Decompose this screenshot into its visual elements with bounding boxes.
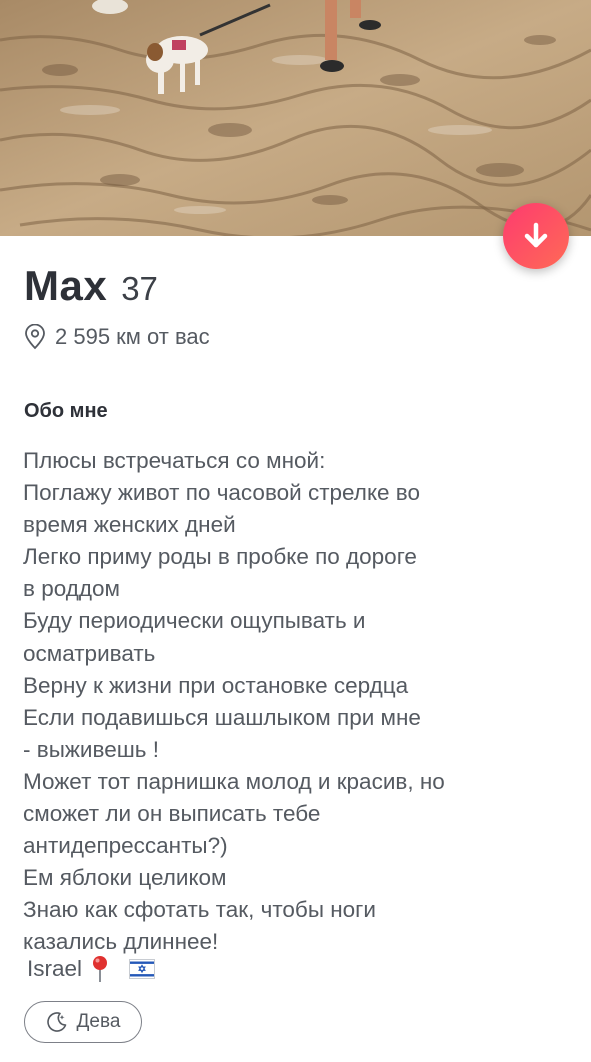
bio-line: - выживешь ! — [23, 736, 159, 762]
distance-text: 2 595 км от вас — [55, 324, 210, 349]
bio-line: осматривать — [23, 640, 156, 666]
profile-name: Max — [24, 262, 108, 309]
profile-photo[interactable] — [0, 0, 591, 236]
bio-line: Ем яблоки целиком — [23, 865, 227, 891]
israel-flag-icon — [129, 959, 156, 979]
crescent-moon-icon — [46, 1011, 68, 1033]
collapse-profile-button[interactable] — [503, 203, 569, 269]
name-age-row: Max 37 — [24, 262, 158, 314]
bio-line: время женских дней — [23, 512, 236, 538]
arrow-down-icon — [524, 222, 548, 248]
bio-line: Буду периодически ощупывать и — [23, 608, 366, 634]
profile-age: 37 — [121, 270, 158, 307]
bio-line: Верну к жизни при остановке сердца — [23, 672, 409, 698]
zodiac-label: Дева — [76, 1011, 121, 1032]
bio-line: Если подавишься шашлыком при мне — [23, 704, 421, 730]
bio-line: Легко приму роды в пробке по дороге — [23, 544, 417, 570]
bio-line: Может тот парнишка молод и красив, но — [23, 768, 445, 794]
distance-row: 2 595 км от вас — [24, 324, 210, 350]
zodiac-chip[interactable]: Дева — [24, 1001, 142, 1043]
about-section-title: Обо мне — [24, 400, 108, 422]
bio-line: Плюсы встречаться со мной: — [23, 448, 326, 473]
bio-line: сможет ли он выписать тебе — [23, 801, 321, 827]
bio-line: казались длиннее! — [23, 929, 219, 955]
location-pin-icon — [24, 324, 46, 350]
bio-line: Знаю как сфотать так, чтобы ноги — [23, 897, 376, 923]
location-text: Israel — [27, 956, 83, 981]
bio-line: антидепрессанты?) — [23, 833, 228, 859]
location-row: Israel — [27, 955, 156, 983]
bio-line: в роддом — [23, 576, 120, 602]
bio-line: Поглажу живот по часовой стрелке во — [23, 480, 421, 506]
bio-text: Плюсы встречаться со мной: Поглажу живот… — [23, 445, 583, 959]
red-pushpin-icon — [91, 955, 109, 983]
